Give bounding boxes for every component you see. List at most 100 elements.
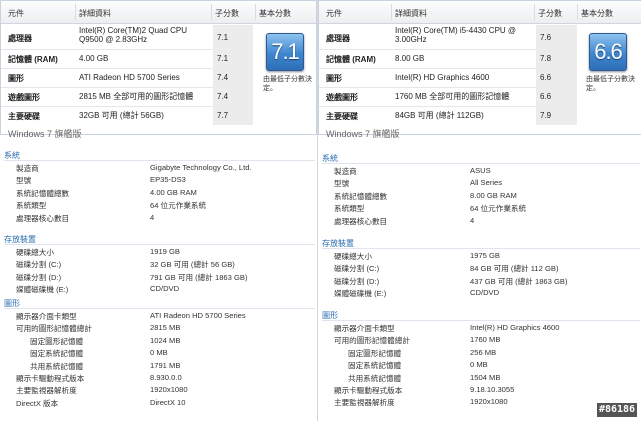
- section-divider: [4, 244, 315, 245]
- header-basescore: 基本分數: [259, 9, 291, 18]
- spec-label: 系統記憶體總數: [16, 188, 70, 198]
- spec-label: 硬碟總大小: [334, 252, 372, 261]
- subscore-value: 7.7: [217, 111, 229, 120]
- subscore-value: 7.1: [217, 33, 229, 42]
- subscore-cell: 7.4: [213, 68, 253, 87]
- spec-value: 84 GB 可用 (總計 112 GB): [470, 264, 559, 274]
- spec-value: 437 GB 可用 (總計 1863 GB): [470, 276, 568, 286]
- spec-label: 共用系統記憶體: [348, 373, 402, 383]
- score-row: 主要硬碟 84GB 可用 (總計 112GB) 7.9: [319, 106, 641, 125]
- subscore-cell: 7.4: [213, 87, 253, 106]
- spec-value: EP35-DS3: [150, 175, 186, 185]
- section-divider: [4, 308, 315, 309]
- spec-label: 處理器核心數目: [334, 216, 388, 226]
- section-divider: [322, 320, 640, 321]
- table-header: 元件 詳細資料 子分數 基本分數: [319, 1, 641, 24]
- row-label: 遊戲圖形: [8, 93, 40, 102]
- spec-value: 4: [150, 212, 155, 222]
- spec-value: 2815 MB: [150, 323, 181, 333]
- row-detail-line: Intel(R) HD Graphics 4600: [395, 73, 490, 82]
- row-divider: [1, 49, 213, 50]
- header-basescore: 基本分數: [581, 9, 613, 18]
- row-detail: Intel(R) Core(TM) i5-4430 CPU @3.00GHz: [395, 26, 516, 44]
- spec-value: 64 位元作業系統: [150, 201, 207, 211]
- row-detail-line: Intel(R) Core(TM) i5-4430 CPU @: [395, 26, 517, 35]
- header-component: 元件: [8, 9, 24, 18]
- base-score-value: 7.1: [271, 39, 300, 64]
- os-edition: Windows 7 旗艦版: [8, 129, 82, 139]
- spec-label: 固定圖形記憶體: [30, 336, 84, 346]
- spec-label: 型號: [16, 176, 32, 186]
- row-divider: [1, 68, 213, 69]
- spec-label: 硬碟總大小: [16, 248, 54, 257]
- spec-value: CD/DVD: [150, 284, 180, 294]
- spec-label: 製造商: [334, 167, 357, 176]
- section-divider: [322, 248, 640, 249]
- row-detail: Intel(R) Core(TM)2 Quad CPU Q9500 @ 2.83G…: [79, 26, 187, 44]
- subscore-cell: 7.8: [536, 49, 577, 68]
- spec-value: 8.930.0.0: [150, 373, 182, 382]
- base-score-caption: 由最低子分數決定。: [586, 76, 635, 92]
- subscore-cell: 7.7: [213, 106, 253, 125]
- row-detail-line: ATI Radeon HD 5700 Series: [79, 73, 180, 82]
- spec-label: 磁碟分割 (C:): [16, 260, 62, 270]
- watermark-badge: #86186: [597, 403, 637, 417]
- row-label: 圖形: [8, 74, 24, 83]
- score-row: 主要硬碟 32GB 可用 (總計 56GB) 7.7: [1, 106, 317, 125]
- row-divider: [319, 87, 536, 88]
- spec-value: Intel(R) HD Graphics 4600: [470, 323, 560, 332]
- spec-label: 媒體磁碟機 (E:): [16, 285, 69, 295]
- row-divider: [319, 49, 536, 50]
- header-detail: 詳細資料: [79, 9, 111, 18]
- spec-value: 1920x1080: [150, 385, 188, 395]
- spec-value: ATI Radeon HD 5700 Series: [150, 311, 246, 320]
- spec-value: 9.18.10.3055: [470, 385, 515, 394]
- row-label: 處理器: [8, 34, 32, 43]
- spec-value: 1975 GB: [470, 251, 500, 260]
- header-subscore: 子分數: [538, 9, 562, 18]
- subscore-cell: 7.1: [213, 25, 253, 49]
- spec-value: 1919 GB: [150, 247, 180, 256]
- header-divider: [391, 4, 392, 20]
- base-score-caption: 由最低子分數決定。: [263, 76, 312, 92]
- base-score-value: 6.6: [594, 39, 623, 64]
- spec-label: 固定系統記憶體: [30, 349, 84, 359]
- row-divider: [1, 87, 213, 88]
- spec-value: 1791 MB: [150, 360, 181, 370]
- spec-label: 媒體磁碟機 (E:): [334, 289, 387, 299]
- row-detail: 8.00 GB: [395, 54, 424, 63]
- row-detail-line: 3.00GHz: [395, 35, 427, 44]
- spec-value: 0 MB: [470, 360, 488, 370]
- spec-label: 系統類型: [334, 204, 365, 214]
- spec-label: 磁碟分割 (D:): [334, 276, 380, 286]
- header-divider: [75, 4, 76, 20]
- spec-value: DirectX 10: [150, 397, 186, 407]
- spec-value: 791 GB 可用 (總計 1863 GB): [150, 272, 248, 282]
- subscore-value: 7.4: [217, 92, 229, 101]
- row-detail-line: 4.00 GB: [79, 54, 109, 63]
- header-divider: [577, 4, 578, 20]
- spec-label: 磁碟分割 (D:): [16, 272, 62, 282]
- spec-label: 顯示卡驅動程式版本: [334, 386, 403, 395]
- spec-label: DirectX 版本: [16, 398, 59, 408]
- spec-value: 8.00 GB RAM: [470, 190, 517, 200]
- subscore-cell: 6.6: [536, 87, 577, 106]
- row-detail: 1760 MB 全部可用的圖形記憶體: [395, 92, 509, 101]
- os-edition: Windows 7 旗艦版: [326, 129, 400, 139]
- spec-value: 1920x1080: [470, 397, 508, 407]
- row-divider: [319, 106, 536, 107]
- base-score-badge: 7.1: [266, 33, 304, 71]
- row-detail: 32GB 可用 (總計 56GB): [79, 111, 164, 120]
- spec-label: 顯示卡驅動程式版本: [16, 374, 85, 383]
- spec-value: 1024 MB: [150, 335, 181, 345]
- spec-value: ASUS: [470, 166, 491, 175]
- header-subscore: 子分數: [215, 9, 239, 18]
- subscore-cell: 7.9: [536, 106, 577, 125]
- subscore-value: 7.8: [540, 54, 552, 63]
- row-detail-line: 8.00 GB: [395, 54, 425, 63]
- row-detail: 2815 MB 全部可用的圖形記憶體: [79, 92, 193, 101]
- subscore-value: 7.6: [540, 33, 552, 42]
- spec-label: 型號: [334, 179, 350, 189]
- row-detail-line: 84GB 可用 (總計 112GB): [395, 111, 484, 120]
- row-label: 主要硬碟: [326, 112, 358, 121]
